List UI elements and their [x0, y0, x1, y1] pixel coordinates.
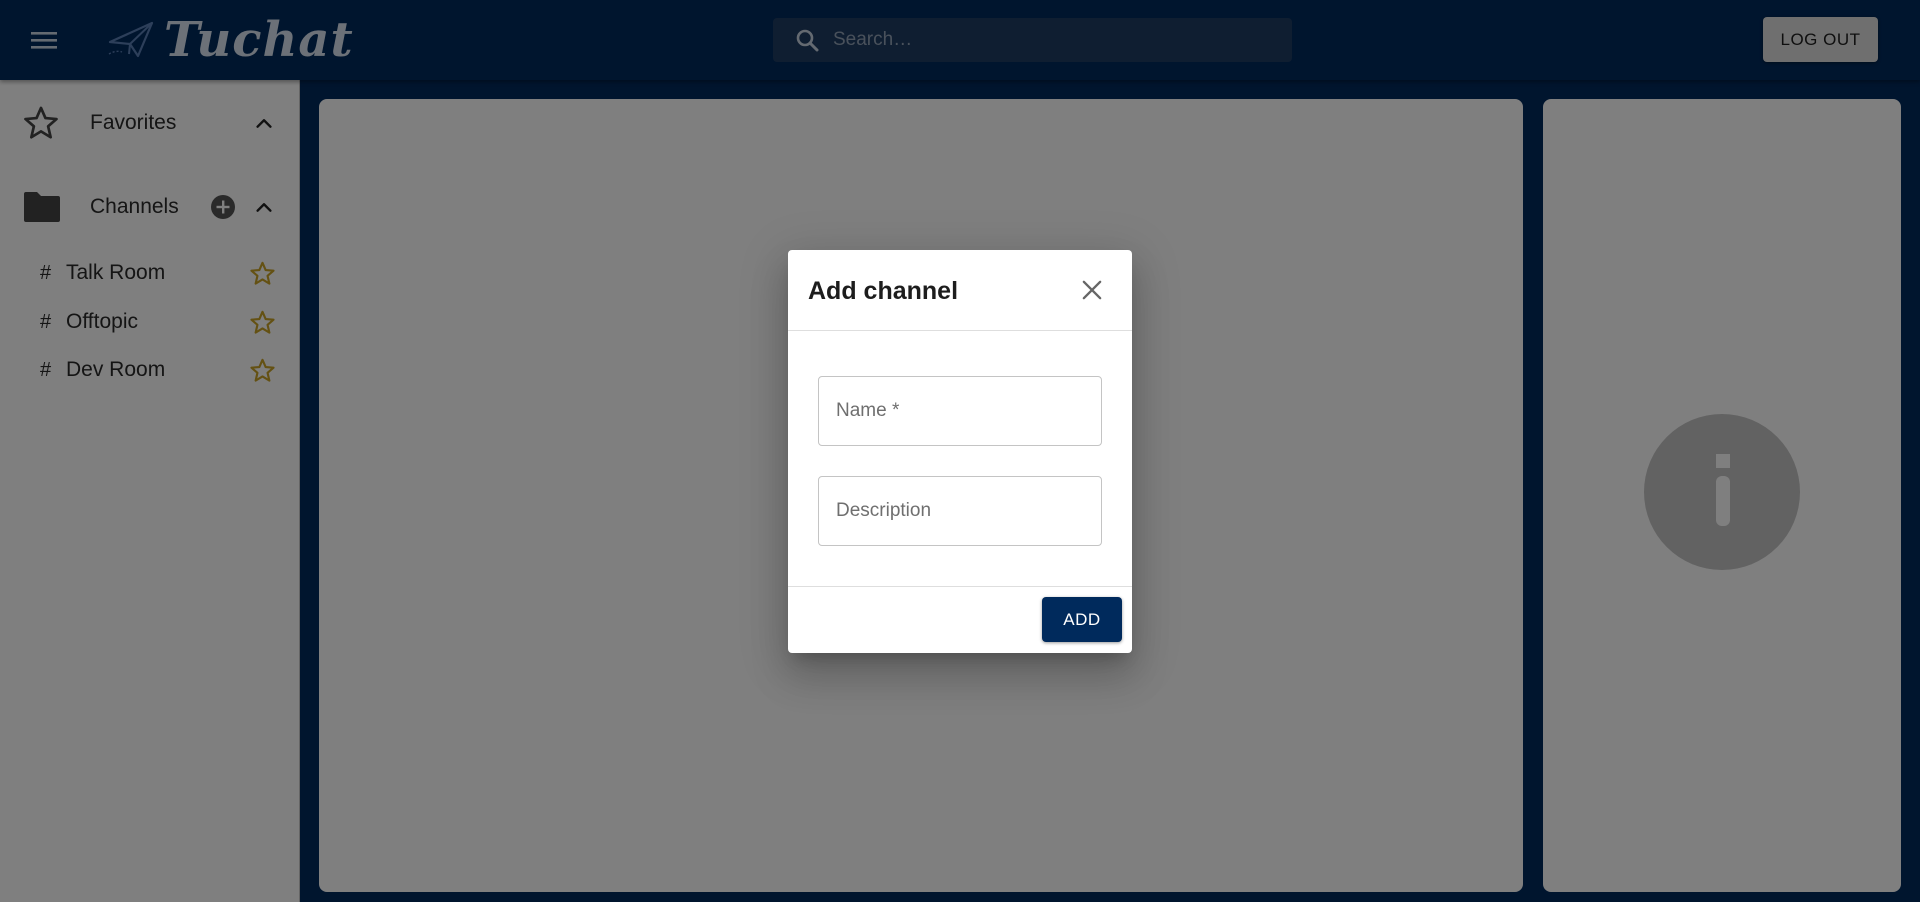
add-channel-dialog: Add channel ADD — [788, 250, 1132, 653]
description-field[interactable] — [818, 476, 1102, 546]
dialog-divider-bottom — [788, 586, 1132, 587]
description-input[interactable] — [836, 500, 1086, 522]
name-field[interactable] — [818, 376, 1102, 446]
close-icon[interactable] — [1078, 276, 1106, 304]
name-input[interactable] — [836, 400, 1086, 422]
add-button[interactable]: ADD — [1042, 597, 1122, 642]
dialog-divider-top — [788, 330, 1132, 331]
dialog-title: Add channel — [808, 277, 959, 305]
